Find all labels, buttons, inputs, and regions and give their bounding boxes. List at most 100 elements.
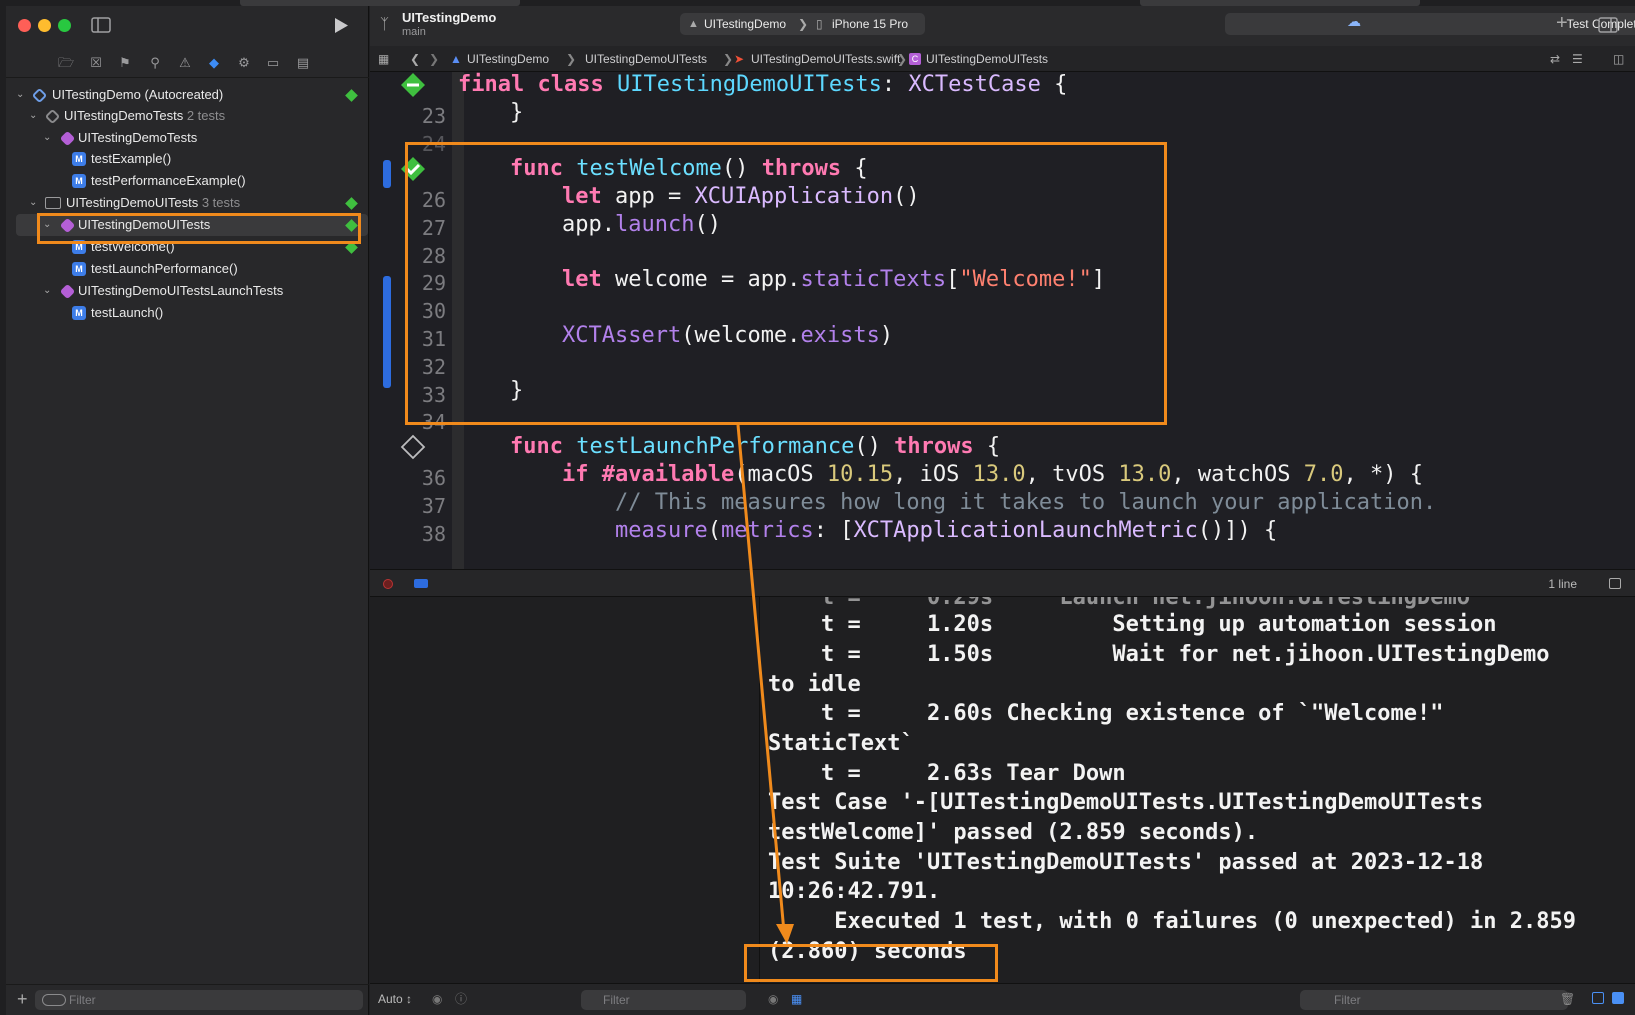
tree-row-bundle[interactable]: ⌄ UITestingDemoUITests 3 tests <box>29 192 368 214</box>
hide-debug-area-icon[interactable] <box>1609 578 1621 589</box>
info-icon[interactable]: ⓘ <box>455 984 467 1014</box>
minimize-window-button[interactable] <box>38 19 51 32</box>
breadcrumb-symbol[interactable]: UITestingDemoUITests <box>926 46 1048 72</box>
tree-row-method[interactable]: M testExample() <box>72 148 368 170</box>
test-run-diamond-icon[interactable] <box>400 434 426 460</box>
function-name-token: testWelcome <box>576 156 722 181</box>
search-icon[interactable]: ⚲ <box>147 56 163 70</box>
line-number: 27 <box>421 216 446 240</box>
add-plus-icon[interactable]: + <box>1556 12 1568 35</box>
code-token: () <box>893 184 920 209</box>
breadcrumb-group[interactable]: UITestingDemoUITests <box>585 46 707 72</box>
code-token: () <box>721 156 749 181</box>
cloud-icon: ☁ <box>1347 13 1361 29</box>
report-icon[interactable]: ▤ <box>295 56 311 70</box>
breakpoint-icon[interactable]: ▭ <box>265 56 281 70</box>
breadcrumb-project[interactable]: UITestingDemo <box>467 46 549 72</box>
zoom-window-button[interactable] <box>58 19 71 32</box>
console-line: t = 1.50s Wait for net.jihoon.UITestingD… <box>768 642 1550 667</box>
inspector-toggle-icon[interactable] <box>1598 17 1618 33</box>
console-line: to idle <box>768 672 861 697</box>
code-token: : [ <box>813 518 854 543</box>
test-bundle-icon <box>44 108 61 125</box>
back-chevron-icon[interactable]: ❮ <box>410 46 420 72</box>
variables-view <box>370 597 760 983</box>
chevron-down-icon[interactable]: ⌄ <box>43 214 51 236</box>
tree-row-class-selected[interactable]: ⌄ UITestingDemoUITests <box>16 214 368 236</box>
breakpoint-active-icon[interactable] <box>414 579 428 588</box>
add-plus-icon[interactable]: + <box>17 990 28 1008</box>
debug-bar: 1 line <box>370 569 1635 597</box>
editor-options-icon[interactable]: ☰ <box>1572 46 1583 72</box>
window-toolbar: ᛉ UITestingDemo main ▲ UITestingDemo ❯ ▯… <box>370 6 1635 46</box>
test-passed-check-icon[interactable] <box>400 156 426 182</box>
tree-row-method[interactable]: M testWelcome() <box>72 236 368 258</box>
tree-row-method[interactable]: M testLaunch() <box>72 302 368 324</box>
eye-icon[interactable]: ◉ <box>768 984 778 1014</box>
grid-icon[interactable]: ▦ <box>378 46 389 72</box>
code-token: () <box>854 434 881 459</box>
type-token: XCUIApplication <box>694 184 894 209</box>
tree-row-label: UITestingDemo (Autocreated) <box>52 87 224 102</box>
close-window-button[interactable] <box>18 19 31 32</box>
bookmark-icon[interactable]: ⚑ <box>117 56 133 70</box>
breakpoint-toggle-icon[interactable] <box>383 579 393 589</box>
app-icon: ▲ <box>688 18 699 30</box>
method-icon: M <box>72 152 86 166</box>
source-control-icon[interactable]: ☒ <box>88 56 104 70</box>
code-line: func testWelcome() throws { <box>510 156 868 181</box>
chevron-down-icon[interactable]: ⌄ <box>43 127 51 149</box>
test-passed-diamond-icon[interactable] <box>400 72 426 98</box>
run-play-icon[interactable] <box>333 17 349 34</box>
variables-filter-field[interactable]: Filter <box>581 990 746 1010</box>
debug-icon[interactable]: ⚙ <box>236 56 252 70</box>
chevron-right-icon: ❯ <box>798 17 809 31</box>
source-editor[interactable]: 23 24 26 27 28 29 30 31 32 33 34 36 37 3… <box>370 72 1635 569</box>
breadcrumb-file[interactable]: UITestingDemoUITests.swift <box>751 46 900 72</box>
project-icon: ▲ <box>450 52 462 66</box>
console-line-count: 1 line <box>1548 577 1577 591</box>
tree-row-test-plan[interactable]: ⌄ UITestingDemo (Autocreated) <box>16 84 368 106</box>
related-items-icon[interactable]: ⇄ <box>1550 46 1560 72</box>
console-line: testWelcome]' passed (2.859 seconds). <box>768 820 1259 845</box>
issue-warning-icon[interactable]: ⚠ <box>177 56 193 70</box>
show-variables-icon[interactable] <box>1592 992 1604 1004</box>
project-title[interactable]: UITestingDemo <box>402 10 496 25</box>
chevron-down-icon[interactable]: ⌄ <box>29 192 37 214</box>
chevron-down-icon[interactable]: ⌄ <box>43 280 51 302</box>
console-filter-field[interactable]: Filter <box>1300 990 1568 1010</box>
number-token: 13.0 <box>1118 462 1172 487</box>
console-line: t = 0.29s Launch net.jihoon.UITestingDem… <box>768 597 1470 610</box>
split-editor-icon[interactable]: ◫ <box>1613 46 1624 72</box>
argument-label-token: metrics <box>720 518 814 543</box>
trash-icon[interactable]: 🗑 <box>1560 984 1575 1014</box>
attribute-token: #available <box>601 462 735 487</box>
code-token: () <box>694 212 721 237</box>
sidebar-toggle-icon[interactable] <box>91 17 111 33</box>
variables-scope-select[interactable]: Auto ↕ <box>378 984 412 1014</box>
forward-chevron-icon[interactable]: ❯ <box>429 46 439 72</box>
sidebar-filter-field[interactable]: Filter <box>35 990 363 1010</box>
tree-row-bundle[interactable]: ⌄ UITestingDemoTests 2 tests <box>29 105 368 127</box>
function-call-token: XCTAssert <box>562 323 682 348</box>
branch-name[interactable]: main <box>402 26 426 38</box>
folder-icon[interactable]: 🗁 <box>58 56 74 70</box>
test-navigator-icon[interactable]: ◆ <box>206 56 222 70</box>
tree-row-method[interactable]: M testPerformanceExample() <box>72 170 368 192</box>
tree-row-label: UITestingDemoUITests <box>66 195 199 210</box>
console-output[interactable]: t = 0.29s Launch net.jihoon.UITestingDem… <box>761 597 1635 983</box>
show-console-icon[interactable] <box>1612 992 1624 1004</box>
passed-diamond-icon <box>345 241 358 254</box>
code-token: ()]) { <box>1197 518 1278 543</box>
scheme-selector[interactable]: ▲ UITestingDemo ❯ ▯ iPhone 15 Pro <box>680 13 925 35</box>
console-mode-icon[interactable]: ▦ <box>791 984 802 1014</box>
tree-row-method[interactable]: M testLaunchPerformance() <box>72 258 368 280</box>
eye-icon[interactable]: ◉ <box>432 984 442 1014</box>
tree-row-class[interactable]: ⌄ UITestingDemoTests <box>43 127 368 149</box>
scheme-name: UITestingDemo <box>704 17 787 31</box>
property-token: exists <box>800 323 880 348</box>
tree-row-class[interactable]: ⌄ UITestingDemoUITestsLaunchTests <box>43 280 368 302</box>
chevron-down-icon[interactable]: ⌄ <box>29 105 37 127</box>
code-line: app.launch() <box>562 212 721 237</box>
chevron-down-icon[interactable]: ⌄ <box>16 84 24 106</box>
